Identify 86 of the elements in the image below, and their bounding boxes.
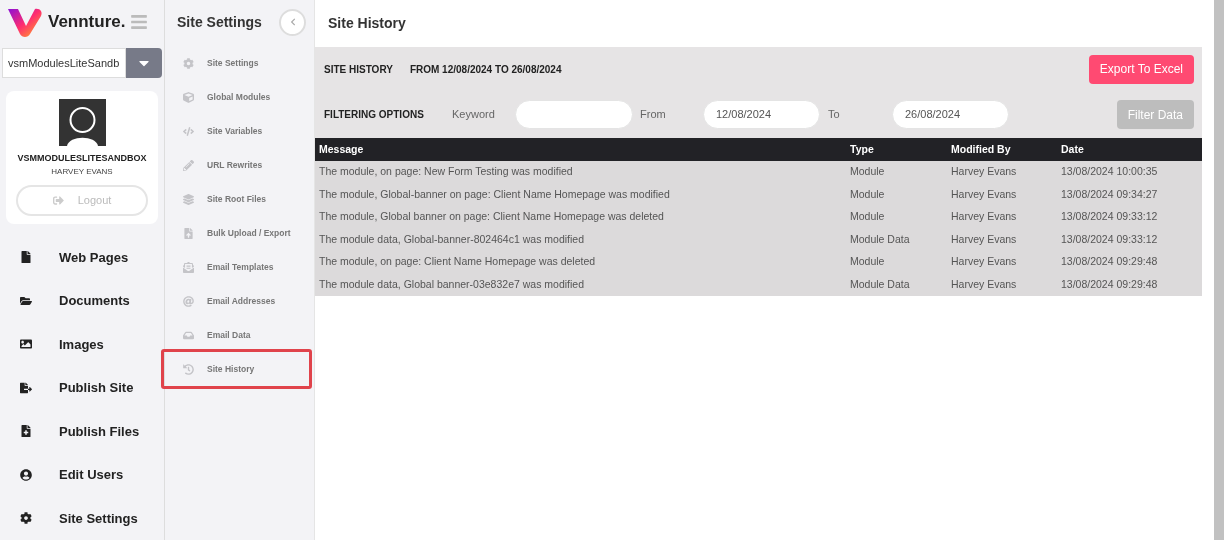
chevron-left-icon xyxy=(288,18,297,26)
table-cell: The module data, Global-banner-802464c1 was modified xyxy=(315,228,846,251)
menu-icon[interactable] xyxy=(130,13,148,31)
from-date-field[interactable]: 12/08/2024 xyxy=(703,100,820,129)
settings-icon xyxy=(20,512,32,525)
scrollbar[interactable] xyxy=(1214,0,1224,540)
submenu-item[interactable]: Bulk Upload / Export xyxy=(165,216,314,250)
table-cell: Module Data xyxy=(846,273,947,296)
table-cell: 13/08/2024 09:29:48 xyxy=(1057,273,1202,296)
to-label: To xyxy=(828,107,841,123)
table-cell: 13/08/2024 10:00:35 xyxy=(1057,161,1202,184)
pencil-icon xyxy=(183,159,194,171)
user-name: HARVEY EVANS xyxy=(51,165,113,178)
submenu-item[interactable]: Site Root Files xyxy=(165,182,314,216)
table-cell: 13/08/2024 09:29:48 xyxy=(1057,251,1202,274)
table-cell: Harvey Evans xyxy=(947,251,1057,274)
settings-icon xyxy=(183,57,194,69)
image-icon xyxy=(20,338,32,351)
keyword-field[interactable] xyxy=(515,100,633,129)
submenu-item[interactable]: Email Data xyxy=(165,318,314,352)
table-cell: The module, on page: Client Name Homepage was deleted xyxy=(315,251,846,274)
nav-item[interactable]: Publish Site xyxy=(59,378,134,398)
nav-item[interactable]: Images xyxy=(59,334,104,354)
nav-item[interactable]: Site Settings xyxy=(59,508,138,528)
column-header: Type xyxy=(846,138,947,161)
file-plus-icon xyxy=(20,425,32,438)
logout-icon xyxy=(52,194,64,206)
nav-item[interactable]: Documents xyxy=(59,291,130,311)
from-label: From xyxy=(640,107,667,123)
nav-item[interactable]: Publish Files xyxy=(59,421,140,441)
submenu-item[interactable]: Email Templates xyxy=(165,250,314,284)
nav-item[interactable]: Edit Users xyxy=(59,465,124,485)
table-cell: Harvey Evans xyxy=(947,206,1057,229)
submenu-item[interactable]: Site History xyxy=(161,349,312,389)
table-cell: Harvey Evans xyxy=(947,228,1057,251)
table-cell: The module, Global banner on page: Client Name Homepage was deleted xyxy=(315,206,846,229)
envelope-icon xyxy=(183,261,194,273)
table-cell: Harvey Evans xyxy=(947,183,1057,206)
file-icon xyxy=(20,251,32,264)
table-cell: The module data, Global banner-03e832e7 was modified xyxy=(315,273,846,296)
layers-icon xyxy=(183,193,194,205)
avatar-icon xyxy=(58,99,106,146)
column-header: Modified By xyxy=(947,138,1057,161)
table-cell: Module Data xyxy=(846,228,947,251)
logo-icon xyxy=(6,6,44,38)
table-cell: Module xyxy=(846,251,947,274)
table-cell: Module xyxy=(846,206,947,229)
file-upload-icon xyxy=(183,227,194,239)
submenu-item[interactable]: Site Variables xyxy=(165,114,314,148)
table-cell: 13/08/2024 09:34:27 xyxy=(1057,183,1202,206)
export-button[interactable]: Export To Excel xyxy=(1088,54,1194,84)
table-cell: Harvey Evans xyxy=(947,273,1057,296)
file-export-icon xyxy=(20,381,32,394)
site-name: VSMMODULESLITESANDBOX xyxy=(17,152,147,165)
section-title: SITE HISTORY xyxy=(324,62,393,77)
table-cell: The module, Global-banner on page: Client Name Homepage was modified xyxy=(315,183,846,206)
column-header: Message xyxy=(315,138,846,161)
keyword-label: Keyword xyxy=(452,107,496,123)
column-header: Date xyxy=(1057,138,1202,161)
table-cell: Harvey Evans xyxy=(947,161,1057,184)
table-cell: Module xyxy=(846,183,947,206)
submenu-item[interactable]: Email Addresses xyxy=(165,284,314,318)
cube-icon xyxy=(183,91,194,103)
table-cell: 13/08/2024 09:33:12 xyxy=(1057,228,1202,251)
submenu-item[interactable]: URL Rewrites xyxy=(165,148,314,182)
history-icon xyxy=(183,363,194,375)
collapse-button[interactable] xyxy=(279,8,306,36)
panel-title: Site Settings xyxy=(177,12,262,32)
at-sign-icon xyxy=(183,295,194,307)
brand-name: Vennture. xyxy=(48,11,126,34)
user-icon xyxy=(20,468,32,481)
inbox-icon xyxy=(183,329,194,341)
submenu-item[interactable]: Global Modules xyxy=(165,80,314,114)
filter-title: FILTERING OPTIONS xyxy=(324,108,425,122)
nav-item[interactable]: Web Pages xyxy=(59,247,129,267)
dropdown-button[interactable] xyxy=(126,48,162,78)
code-icon xyxy=(183,125,194,137)
submenu-item[interactable]: Site Settings xyxy=(165,46,314,80)
folder-icon xyxy=(20,294,32,307)
table-cell: The module, on page: New Form Testing was modified xyxy=(315,161,846,184)
table-cell: Module xyxy=(846,161,947,184)
page-title: Site History xyxy=(328,14,406,33)
site-select[interactable]: vsmModulesLiteSandb xyxy=(2,48,126,78)
to-date-field[interactable]: 26/08/2024 xyxy=(892,100,1009,129)
date-range: FROM 12/08/2024 TO 26/08/2024 xyxy=(409,62,562,77)
table-cell: 13/08/2024 09:33:12 xyxy=(1057,206,1202,229)
